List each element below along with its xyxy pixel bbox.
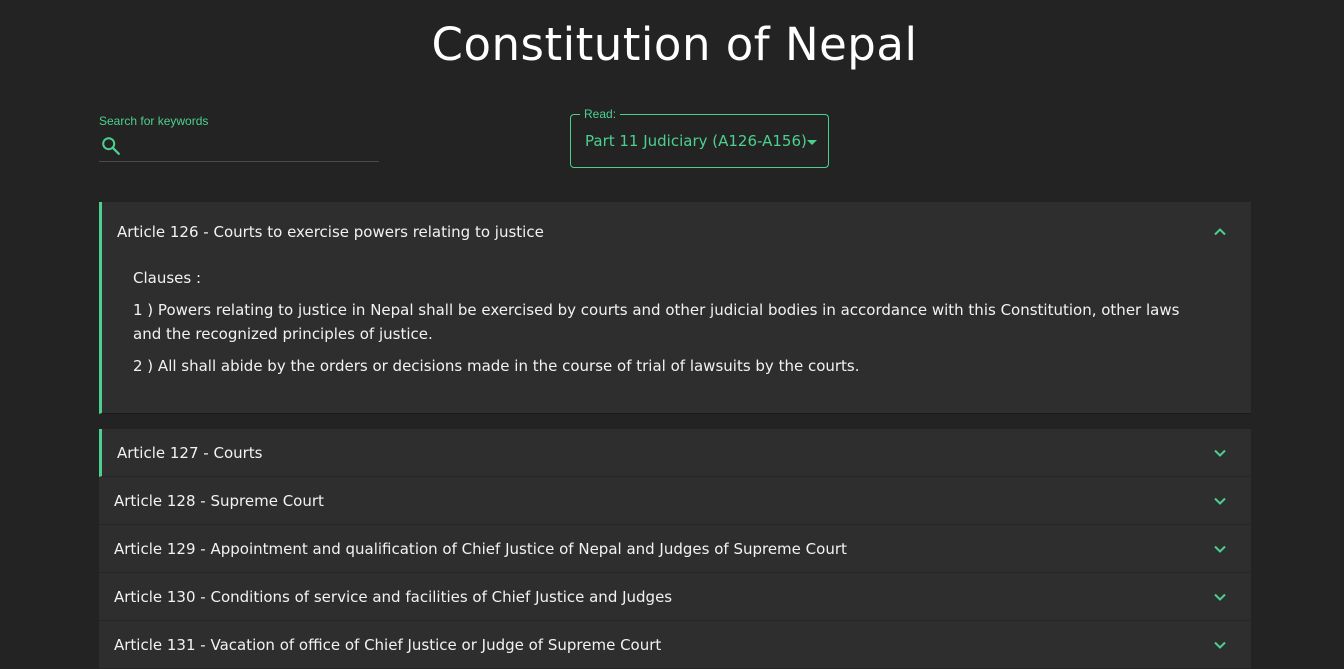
article-panel: Article 131 - Vacation of office of Chie… xyxy=(99,621,1251,669)
caret-down-icon xyxy=(807,140,817,145)
article-header[interactable]: Article 131 - Vacation of office of Chie… xyxy=(99,621,1251,668)
article-header[interactable]: Article 126 - Courts to exercise powers … xyxy=(102,202,1251,262)
search-input[interactable] xyxy=(129,134,378,160)
chevron-down-icon xyxy=(1214,593,1226,601)
article-header[interactable]: Article 130 - Conditions of service and … xyxy=(99,573,1251,620)
article-title: Article 130 - Conditions of service and … xyxy=(114,587,673,606)
page-title: Constitution of Nepal xyxy=(431,18,918,71)
chevron-down-icon xyxy=(1214,545,1226,553)
clauses-label: Clauses : xyxy=(133,269,202,287)
article-title: Article 127 - Courts xyxy=(117,443,263,462)
search-field[interactable]: Search for keywords xyxy=(99,113,379,162)
article-panel: Article 126 - Courts to exercise powers … xyxy=(99,202,1251,414)
read-select-value: Part 11 Judiciary (A126-A156) xyxy=(585,132,807,150)
articles-accordion: Article 126 - Courts to exercise powers … xyxy=(99,202,1251,669)
article-panel: Article 127 - Courts xyxy=(99,429,1251,477)
chevron-down-icon xyxy=(1214,449,1226,457)
article-body: Clauses : 1 ) Powers relating to justice… xyxy=(102,262,1251,413)
search-label: Search for keywords xyxy=(99,114,209,128)
article-header[interactable]: Article 129 - Appointment and qualificat… xyxy=(99,525,1251,572)
article-title: Article 126 - Courts to exercise powers … xyxy=(117,223,544,241)
clause-text: 2 ) All shall abide by the orders or dec… xyxy=(133,357,860,375)
article-panel: Article 130 - Conditions of service and … xyxy=(99,573,1251,621)
article-title: Article 128 - Supreme Court xyxy=(114,491,324,510)
article-header[interactable]: Article 128 - Supreme Court xyxy=(99,477,1251,524)
read-part-select[interactable]: Read: Part 11 Judiciary (A126-A156) xyxy=(570,107,829,168)
chevron-down-icon xyxy=(1214,497,1226,505)
read-select-label: Read: xyxy=(580,107,621,121)
article-header[interactable]: Article 127 - Courts xyxy=(102,429,1251,476)
chevron-up-icon xyxy=(1214,228,1226,236)
clause-text: 1 ) Powers relating to justice in Nepal … xyxy=(133,301,1180,343)
article-panel: Article 128 - Supreme Court xyxy=(99,477,1251,525)
article-panel: Article 129 - Appointment and qualificat… xyxy=(99,525,1251,573)
chevron-down-icon xyxy=(1214,641,1226,649)
article-title: Article 129 - Appointment and qualificat… xyxy=(114,539,847,558)
search-icon xyxy=(102,137,120,155)
article-title: Article 131 - Vacation of office of Chie… xyxy=(114,635,662,654)
